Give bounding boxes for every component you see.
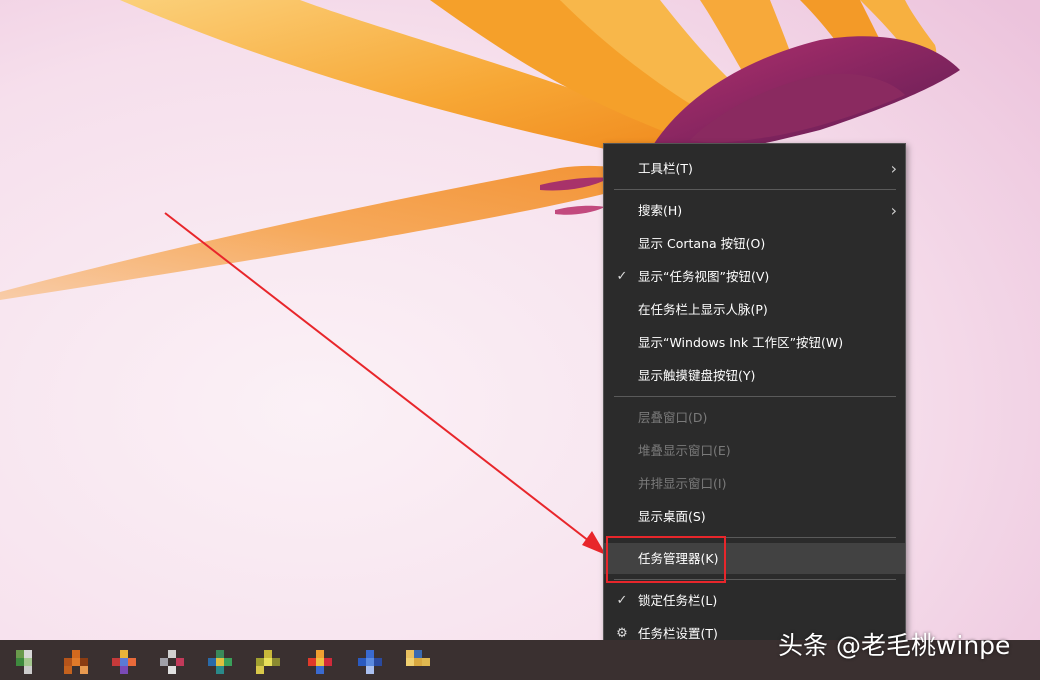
menu-item-label: 显示桌面(S) bbox=[638, 509, 706, 524]
menu-separator bbox=[614, 189, 896, 190]
menu-item-show-task-view[interactable]: ✓ 显示“任务视图”按钮(V) bbox=[604, 261, 905, 292]
menu-item-show-people[interactable]: 在任务栏上显示人脉(P) bbox=[604, 294, 905, 325]
app-icon[interactable] bbox=[160, 650, 184, 674]
app-icon[interactable] bbox=[16, 650, 40, 674]
check-icon: ✓ bbox=[616, 269, 628, 284]
menu-item-label: 显示 Cortana 按钮(O) bbox=[638, 236, 766, 251]
app-icon[interactable] bbox=[406, 650, 430, 674]
menu-item-label: 堆叠显示窗口(E) bbox=[638, 443, 731, 458]
app-icon[interactable] bbox=[112, 650, 136, 674]
menu-item-label: 工具栏(T) bbox=[638, 161, 693, 176]
menu-item-label: 锁定任务栏(L) bbox=[638, 593, 718, 608]
check-icon: ✓ bbox=[616, 593, 628, 608]
menu-item-show-cortana[interactable]: 显示 Cortana 按钮(O) bbox=[604, 228, 905, 259]
chevron-right-icon: › bbox=[890, 201, 897, 220]
app-icon[interactable] bbox=[64, 650, 88, 674]
menu-item-cascade-windows: 层叠窗口(D) bbox=[604, 402, 905, 433]
menu-item-show-desktop[interactable]: 显示桌面(S) bbox=[604, 501, 905, 532]
watermark-text: 头条 @老毛桃winpe bbox=[778, 631, 1011, 660]
menu-item-label: 在任务栏上显示人脉(P) bbox=[638, 302, 768, 317]
app-icon[interactable] bbox=[208, 650, 232, 674]
menu-item-label: 层叠窗口(D) bbox=[638, 410, 708, 425]
menu-item-label: 显示“Windows Ink 工作区”按钮(W) bbox=[638, 335, 844, 350]
menu-item-show-touch-keyboard[interactable]: 显示触摸键盘按钮(Y) bbox=[604, 360, 905, 391]
app-icon[interactable] bbox=[256, 650, 280, 674]
menu-item-side-by-side-windows: 并排显示窗口(I) bbox=[604, 468, 905, 499]
menu-item-stack-windows: 堆叠显示窗口(E) bbox=[604, 435, 905, 466]
chevron-right-icon: › bbox=[890, 159, 897, 178]
menu-item-lock-taskbar[interactable]: ✓ 锁定任务栏(L) bbox=[604, 585, 905, 616]
menu-item-search[interactable]: 搜索(H) › bbox=[604, 195, 905, 226]
menu-item-label: 显示触摸键盘按钮(Y) bbox=[638, 368, 756, 383]
menu-item-label: 搜索(H) bbox=[638, 203, 683, 218]
menu-item-label: 显示“任务视图”按钮(V) bbox=[638, 269, 770, 284]
menu-item-label: 并排显示窗口(I) bbox=[638, 476, 727, 491]
app-icon[interactable] bbox=[358, 650, 382, 674]
menu-item-toolbars[interactable]: 工具栏(T) › bbox=[604, 153, 905, 184]
menu-item-show-windows-ink[interactable]: 显示“Windows Ink 工作区”按钮(W) bbox=[604, 327, 905, 358]
menu-separator bbox=[614, 396, 896, 397]
app-icon[interactable] bbox=[308, 650, 332, 674]
annotation-highlight-box bbox=[606, 536, 726, 583]
